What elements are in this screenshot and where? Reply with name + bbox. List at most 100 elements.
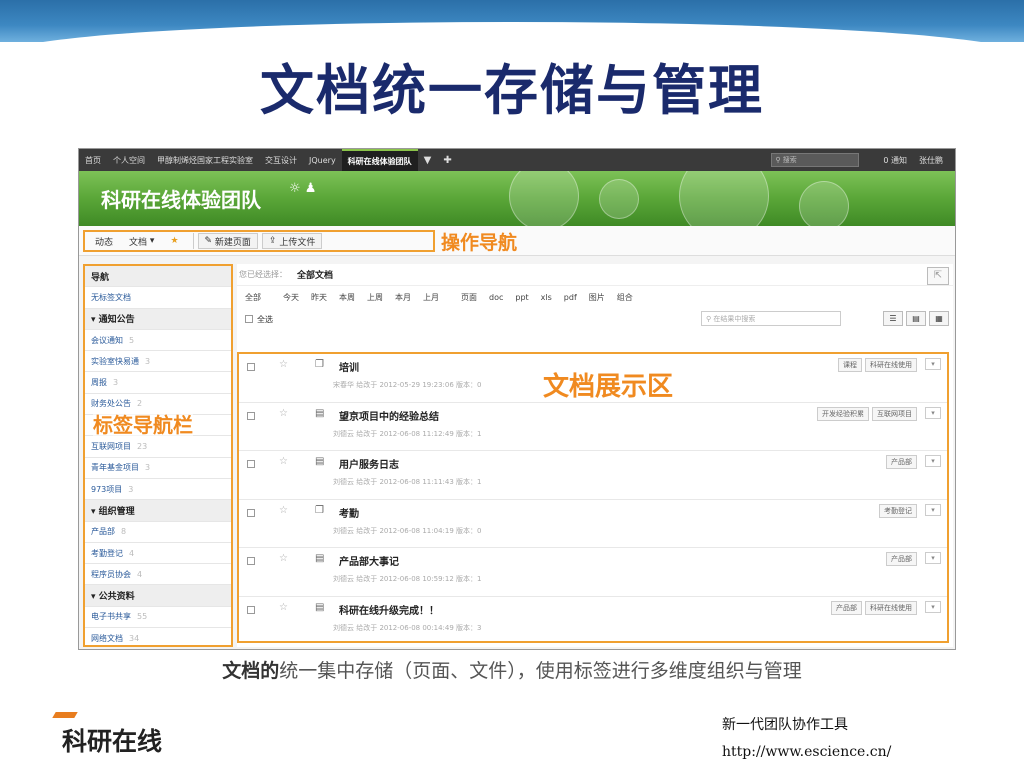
doc-tag[interactable]: 互联网项目	[872, 406, 917, 421]
doc-tag[interactable]: 开发经验积累	[817, 406, 869, 421]
filter-option[interactable]: ppt	[515, 293, 528, 302]
star-icon[interactable]: ☆	[279, 456, 288, 467]
list-view-icon[interactable]: ☰	[883, 311, 903, 326]
grid-view-icon[interactable]: ▦	[929, 311, 949, 326]
nav-active-team[interactable]: 科研在线体验团队	[341, 149, 418, 171]
doc-checkbox[interactable]	[247, 363, 255, 371]
filter-option[interactable]: 图片	[589, 292, 605, 303]
doc-checkbox[interactable]	[247, 508, 255, 517]
nav-jquery[interactable]: JQuery	[303, 156, 342, 165]
nav-interaction-design[interactable]: 交互设计	[259, 155, 303, 166]
doc-checkbox[interactable]	[247, 605, 255, 614]
doc-checkbox[interactable]	[247, 411, 255, 420]
filter-option[interactable]: 今天	[283, 292, 299, 303]
doc-checkbox[interactable]	[247, 557, 255, 565]
doc-tag[interactable]: 科研在线使用	[865, 600, 917, 615]
doc-title[interactable]: 科研在线升级完成！！	[339, 602, 439, 617]
nav-home[interactable]: 首页	[79, 155, 107, 166]
sidebar-item-label: 青年基金项目	[91, 463, 139, 473]
doc-title[interactable]: 培训	[339, 359, 359, 374]
star-icon[interactable]: ☆	[279, 408, 288, 419]
share-icon[interactable]: ⇱	[927, 267, 949, 285]
doc-title[interactable]: 产品部大事记	[339, 553, 399, 568]
doc-tag[interactable]: 课程	[838, 358, 862, 372]
sidebar-tag-item[interactable]: 973项目 3	[85, 479, 231, 501]
doc-list-item[interactable]: ☆ ▤ 用户服务日志 刘德云 给改于 2012-06-08 11:11:43 版本：1…	[239, 451, 947, 500]
notice-link[interactable]: 0 通知	[877, 155, 913, 166]
chevron-down-icon[interactable]: ▾	[925, 600, 941, 613]
activity-tab[interactable]: 动态	[89, 233, 119, 249]
filter-option[interactable]: 上月	[423, 292, 439, 303]
add-team-icon[interactable]: ✚	[437, 155, 457, 166]
sidebar-tag-item[interactable]: 程序员协会 4	[85, 564, 231, 586]
sidebar-tag-item[interactable]: 互联网项目 23	[85, 436, 231, 458]
filter-option[interactable]: 本周	[339, 292, 355, 303]
user-name-link[interactable]: 张仕鹏	[913, 155, 949, 166]
doc-title[interactable]: 考勤	[339, 505, 359, 520]
members-icon[interactable]: ♟	[305, 181, 317, 196]
doc-list-item[interactable]: ☆ ▤ 望京项目中的经验总结 刘德云 给改于 2012-06-08 11:12:49 …	[239, 403, 947, 451]
sidebar-group-header[interactable]: ▾ 组织管理	[85, 500, 231, 522]
doc-list-item[interactable]: ☆ ▤ 产品部大事记 刘德云 给改于 2012-06-08 10:59:12 版本：1…	[239, 548, 947, 597]
sidebar-tag-item[interactable]: 网络文档 34	[85, 628, 231, 645]
sidebar-tag-item[interactable]: 周报 3	[85, 372, 231, 394]
doc-title[interactable]: 望京项目中的经验总结	[339, 408, 439, 423]
doc-tag[interactable]: 产品部	[886, 552, 917, 566]
sidebar-group-header[interactable]: ▾ 公共资料	[85, 585, 231, 607]
sidebar-tag-item[interactable]: 无标签文档	[85, 287, 231, 309]
filter-option[interactable]: 昨天	[311, 292, 327, 303]
docs-tab[interactable]: 文档 ▾	[123, 233, 160, 249]
chevron-down-icon[interactable]: ▾	[925, 358, 941, 370]
chevron-down-icon[interactable]: ▾	[925, 552, 941, 564]
filter-option[interactable]: 组合	[617, 292, 633, 303]
detail-view-icon[interactable]: ▤	[906, 311, 926, 326]
filter-option[interactable]: pdf	[564, 293, 577, 302]
sidebar-tag-item[interactable]: 青年基金项目 3	[85, 458, 231, 479]
doc-tag[interactable]: 产品部	[831, 600, 862, 615]
sidebar-group-header[interactable]: 导航	[85, 266, 231, 288]
sidebar-tag-item[interactable]: 电子书共享 55	[85, 607, 231, 629]
sidebar-tag-item[interactable]: 实验室快易通 3	[85, 351, 231, 373]
sidebar-tag-item[interactable]: 考勤登记 4	[85, 543, 231, 565]
sidebar-group-header[interactable]: ▾ 通知公告	[85, 308, 231, 330]
doc-tag[interactable]: 考勤登记	[879, 503, 917, 518]
nav-personal-space[interactable]: 个人空间	[107, 155, 151, 166]
global-search-input[interactable]: ⚲ 搜索	[771, 153, 860, 167]
sidebar-item-count: 34	[129, 633, 140, 643]
filter-option[interactable]: 页面	[461, 292, 477, 303]
favorite-star-icon[interactable]: ★	[164, 233, 184, 249]
chevron-down-icon[interactable]: ▾	[925, 503, 941, 516]
doc-tags: 产品部	[883, 455, 917, 469]
settings-icon[interactable]: ☼	[289, 181, 301, 196]
filter-option[interactable]: doc	[489, 293, 503, 302]
new-page-button[interactable]: ✎ 新建页面	[197, 233, 258, 249]
doc-list-item[interactable]: ☆ ❐ 考勤 刘德云 给改于 2012-06-08 11:04:19 版本：0 考勤登记…	[239, 500, 947, 548]
sidebar-tag-item[interactable]: 产品部 8	[85, 522, 231, 543]
star-icon[interactable]: ☆	[279, 505, 288, 516]
doc-list-item[interactable]: ☆ ▤ 科研在线升级完成！！ 刘德云 给改于 2012-06-08 00:14:49 …	[239, 597, 947, 642]
team-dropdown-icon[interactable]: ▼	[418, 155, 438, 166]
upload-file-button[interactable]: ⇪ 上传文件	[261, 233, 323, 249]
sidebar-item-label: 会议通知	[91, 335, 123, 345]
chevron-down-icon[interactable]: ▾	[925, 406, 941, 419]
doc-title[interactable]: 用户服务日志	[339, 456, 399, 471]
select-all-checkbox[interactable]	[245, 315, 253, 323]
sidebar-tag-item[interactable]: 会议通知 5	[85, 330, 231, 352]
doc-checkbox[interactable]	[247, 460, 255, 468]
doc-tag[interactable]: 科研在线使用	[865, 358, 917, 372]
chevron-down-icon[interactable]: ▾	[925, 455, 941, 467]
filter-option[interactable]: 本月	[395, 292, 411, 303]
filter-option[interactable]: xls	[541, 293, 552, 302]
star-icon[interactable]: ☆	[279, 602, 288, 613]
doc-tag[interactable]: 产品部	[886, 455, 917, 469]
star-icon[interactable]: ☆	[279, 359, 288, 370]
slide-title: 文档统一存储与管理	[260, 59, 764, 122]
filter-option[interactable]: 全部	[245, 292, 261, 303]
upload-label: 上传文件	[279, 237, 316, 248]
sidebar-item-count: 4	[137, 569, 143, 579]
list-search-placeholder: 在结果中搜索	[713, 314, 756, 323]
star-icon[interactable]: ☆	[279, 553, 288, 564]
nav-lab[interactable]: 甲醇制烯烃国家工程实验室	[151, 155, 259, 166]
filter-option[interactable]: 上周	[367, 292, 383, 303]
list-search-input[interactable]: ⚲ 在结果中搜索	[701, 311, 841, 326]
